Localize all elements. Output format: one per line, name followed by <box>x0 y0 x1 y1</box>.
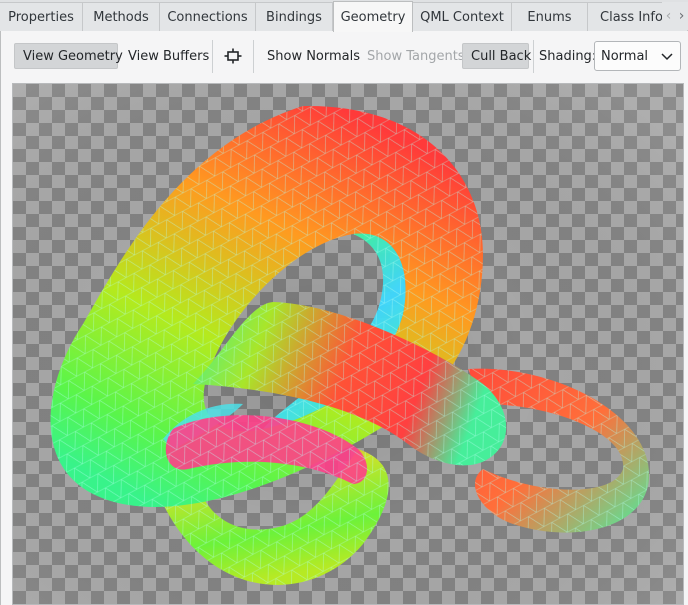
tab-scroll-buttons: ‹ › <box>662 2 688 30</box>
view-geometry-button[interactable]: View Geometry <box>14 43 123 69</box>
tab-properties[interactable]: Properties <box>0 2 83 31</box>
chevron-left-icon[interactable]: ‹ <box>666 9 672 23</box>
tab-connections[interactable]: Connections <box>160 2 256 31</box>
toolbar-separator <box>212 40 213 73</box>
tab-methods[interactable]: Methods <box>83 2 160 31</box>
cull-back-button[interactable]: Cull Back <box>462 43 531 69</box>
tab-bar: Properties Methods Connections Bindings … <box>0 0 688 32</box>
show-normals-button[interactable]: Show Normals <box>259 43 368 69</box>
show-tangents-button: Show Tangents <box>367 48 465 64</box>
view-buffers-button[interactable]: View Buffers <box>120 43 217 69</box>
geometry-render <box>13 84 683 604</box>
shading-select-value: Normal <box>601 48 649 64</box>
toolbar-separator <box>253 40 254 73</box>
geometry-panel: View Geometry View Buffers Show Normals … <box>0 31 688 605</box>
toolbar-separator <box>533 40 534 73</box>
shading-select[interactable]: Normal <box>594 41 681 71</box>
chevron-right-icon[interactable]: › <box>679 9 685 23</box>
tab-qml-context[interactable]: QML Context <box>413 2 512 31</box>
reset-camera-button[interactable] <box>219 43 247 69</box>
tab-enums[interactable]: Enums <box>512 2 588 31</box>
tab-bindings[interactable]: Bindings <box>256 2 333 31</box>
geometry-toolbar: View Geometry View Buffers Show Normals … <box>1 31 688 81</box>
camera-reset-icon <box>224 48 242 64</box>
tab-geometry[interactable]: Geometry <box>333 1 413 32</box>
geometry-viewport[interactable] <box>12 83 684 605</box>
shading-label: Shading: <box>539 48 597 64</box>
chevron-down-icon <box>661 53 673 61</box>
